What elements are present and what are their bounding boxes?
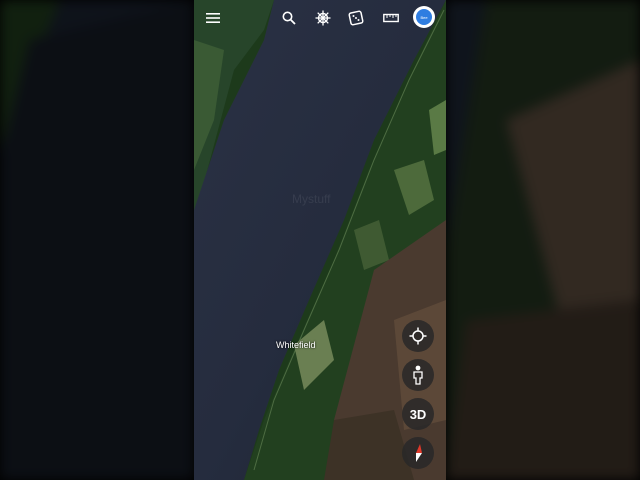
random-place-button[interactable] [344, 6, 368, 30]
blurred-background-right [446, 0, 640, 480]
avatar-initials: Bee [416, 9, 432, 25]
ruler-icon [383, 13, 399, 23]
street-view-button[interactable] [402, 359, 434, 391]
search-button[interactable] [277, 6, 301, 30]
measure-button[interactable] [379, 6, 403, 30]
place-label-whitefield[interactable]: Whitefield [276, 340, 316, 350]
dice-icon [348, 10, 364, 26]
blurred-background-left [0, 0, 194, 480]
my-location-button[interactable] [402, 320, 434, 352]
3d-toggle-button[interactable]: 3D [402, 398, 434, 430]
hamburger-menu-icon [206, 13, 220, 23]
compass-icon [416, 444, 422, 462]
top-toolbar: Bee [194, 0, 446, 36]
search-icon [282, 11, 296, 25]
screen: Mystuff Whitefield Bee 3D [0, 0, 640, 480]
compass-button[interactable] [402, 437, 434, 469]
pegman-icon [413, 365, 423, 385]
my-location-icon [409, 327, 427, 345]
map-view[interactable]: Mystuff Whitefield Bee 3D [194, 0, 446, 480]
account-avatar[interactable]: Bee [413, 6, 435, 28]
map-watermark: Mystuff [292, 192, 331, 206]
ship-wheel-icon [315, 10, 331, 26]
voyager-button[interactable] [311, 6, 335, 30]
menu-button[interactable] [201, 6, 225, 30]
